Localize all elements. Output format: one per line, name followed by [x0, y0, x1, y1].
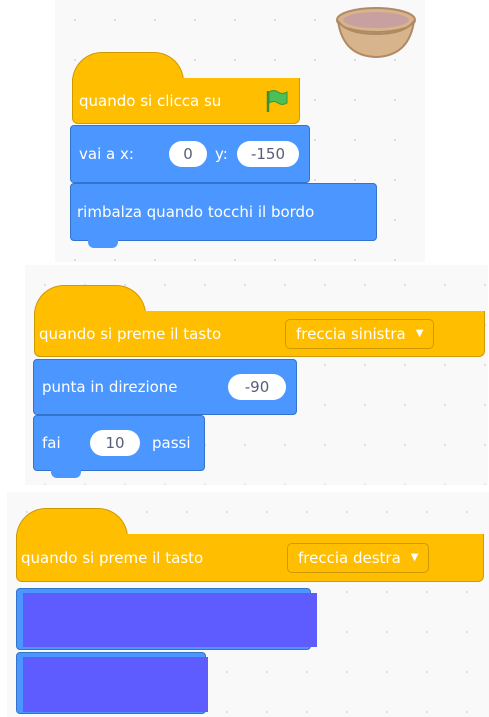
move-suffix-label: passi — [152, 434, 191, 452]
move-steps-block[interactable]: fai 10 passi — [33, 415, 205, 471]
x-input[interactable]: 0 — [169, 141, 207, 167]
block-label: vai a x: — [79, 145, 134, 163]
key-dropdown-value: freccia sinistra — [296, 324, 406, 343]
key-dropdown[interactable]: freccia destra ▼ — [287, 542, 430, 573]
block-label: rimbalza quando tocchi il bordo — [77, 203, 315, 221]
block-label: quando si clicca su — [79, 91, 222, 110]
script-area-1: quando si clicca su vai a x: 0 y: -150 r… — [55, 0, 425, 262]
steps-input[interactable]: 10 — [90, 430, 140, 456]
y-label: y: — [215, 145, 228, 163]
go-to-xy-block[interactable]: vai a x: 0 y: -150 — [70, 125, 310, 183]
direction-input[interactable]: -90 — [228, 374, 286, 400]
caret-down-icon: ▼ — [415, 328, 424, 339]
when-key-pressed-block[interactable]: quando si preme il tasto freccia destra … — [16, 534, 484, 582]
key-dropdown[interactable]: freccia sinistra ▼ — [285, 318, 435, 349]
redacted-block-2[interactable] — [16, 652, 208, 714]
when-flag-clicked-block[interactable]: quando si clicca su — [72, 78, 300, 124]
bowl-sprite-icon[interactable] — [335, 4, 417, 60]
green-flag-icon — [266, 90, 288, 112]
point-in-direction-block[interactable]: punta in direzione -90 — [33, 359, 297, 415]
y-input[interactable]: -150 — [237, 141, 299, 167]
move-prefix-label: fai — [42, 434, 61, 452]
block-label: quando si preme il tasto — [21, 548, 204, 567]
script-area-2: quando si preme il tasto freccia sinistr… — [25, 265, 488, 485]
redacted-block-1[interactable] — [16, 588, 317, 650]
script-area-3: quando si preme il tasto freccia destra … — [7, 492, 489, 717]
block-label: punta in direzione — [42, 378, 178, 396]
when-key-pressed-block[interactable]: quando si preme il tasto freccia sinistr… — [34, 311, 485, 357]
bounce-on-edge-block[interactable]: rimbalza quando tocchi il bordo — [70, 183, 377, 241]
block-label: quando si preme il tasto — [39, 324, 222, 343]
key-dropdown-value: freccia destra — [298, 548, 401, 567]
caret-down-icon: ▼ — [410, 552, 419, 563]
redaction-box — [23, 593, 317, 647]
redaction-box — [23, 657, 208, 712]
